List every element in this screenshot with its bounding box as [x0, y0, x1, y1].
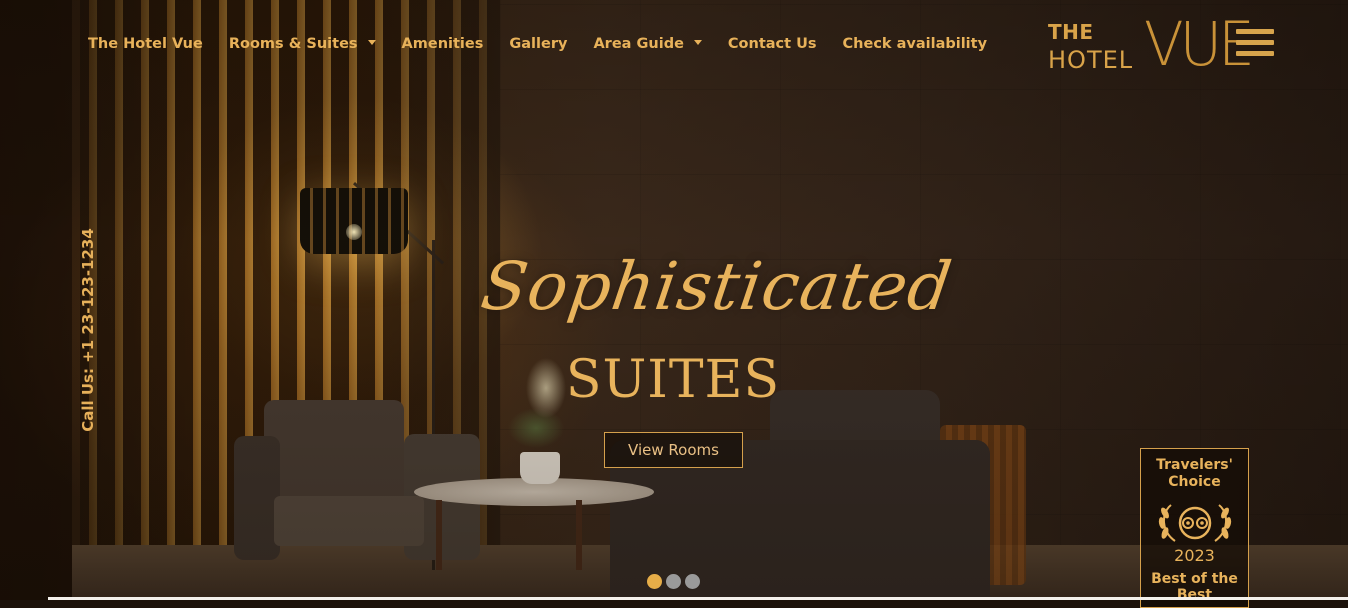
nav-item-area-guide[interactable]: Area Guide [593, 36, 702, 52]
hotel-logo[interactable]: THE HOTEL VUE [1046, 8, 1255, 79]
hamburger-menu-icon[interactable] [1236, 27, 1274, 59]
nav-item-rooms-suites[interactable]: Rooms & Suites [229, 36, 376, 52]
nav-item-amenities[interactable]: Amenities [402, 36, 484, 52]
main-navigation: The Hotel Vue Rooms & Suites Amenities G… [88, 33, 1013, 55]
view-rooms-button[interactable]: View Rooms [604, 432, 743, 468]
carousel-indicators [647, 574, 704, 589]
badge-year: 2023 [1174, 546, 1215, 565]
logo-vue: VUE [1144, 8, 1255, 80]
logo-the: THE [1048, 20, 1094, 44]
caret-down-icon [693, 39, 702, 45]
hero-main-title: SUITES [565, 350, 781, 410]
nav-item-contact-us[interactable]: Contact Us [728, 36, 817, 52]
carousel-dot-1[interactable] [647, 574, 662, 589]
tripadvisor-owl-laurel-icon [1158, 504, 1232, 542]
nav-item-gallery[interactable]: Gallery [509, 36, 567, 52]
nav-label: Check availability [842, 36, 988, 52]
nav-label: The Hotel Vue [88, 36, 203, 52]
carousel-dot-2[interactable] [666, 574, 681, 589]
nav-label: Contact Us [727, 36, 817, 52]
carousel-dot-3[interactable] [685, 574, 700, 589]
travelers-choice-badge[interactable]: Travelers' Choice 2023 Best of the Best [1140, 448, 1249, 608]
nav-item-the-hotel-vue[interactable]: The Hotel Vue [88, 36, 203, 52]
call-us-phone-link[interactable]: Call Us: +1 23-123-1234 [79, 228, 97, 432]
caret-down-icon [367, 39, 376, 45]
badge-title: Travelers' Choice [1156, 457, 1233, 490]
nav-label: Amenities [401, 36, 484, 52]
nav-label: Area Guide [593, 36, 684, 52]
nav-label: Rooms & Suites [228, 36, 358, 52]
nav-label: Gallery [509, 36, 568, 52]
hero-script-title: Sophisticated [476, 248, 957, 325]
nav-item-check-availability[interactable]: Check availability [843, 36, 988, 52]
logo-hotel: HOTEL [1048, 46, 1134, 74]
